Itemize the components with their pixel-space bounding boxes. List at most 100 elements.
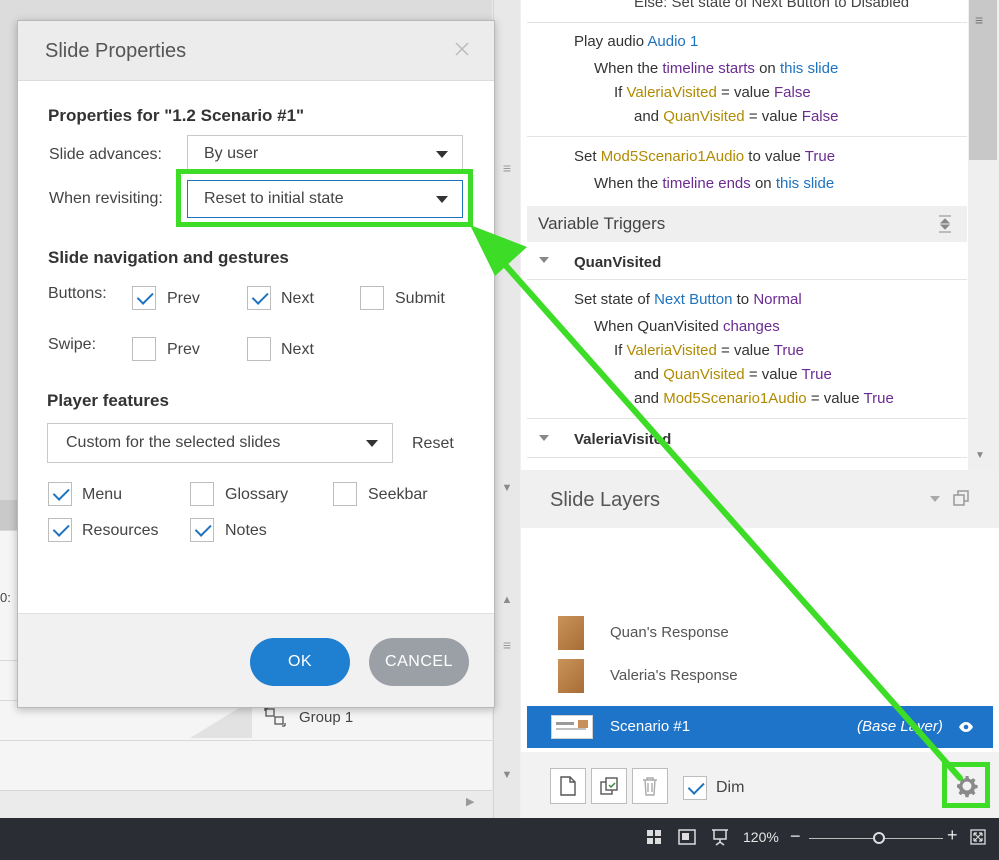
trigger-event[interactable]: timeline starts [662, 60, 755, 77]
normal-view-icon[interactable] [678, 828, 696, 846]
zoom-out-button[interactable]: − [790, 826, 801, 847]
vertical-splitter[interactable]: ≡ ▼ ▲ ≡ ▼ [493, 0, 520, 818]
grid-view-icon[interactable] [646, 829, 662, 845]
scroll-down-icon[interactable]: ▼ [975, 450, 985, 461]
player-features-value: Custom for the selected slides [66, 434, 281, 451]
slide-layers-toolbar: Dim [521, 752, 999, 818]
chevron-down-icon[interactable] [539, 257, 549, 263]
seekbar-label: Seekbar [368, 486, 428, 503]
variable-triggers-header[interactable]: Variable Triggers [527, 206, 967, 242]
zoom-slider-thumb[interactable] [872, 832, 885, 844]
scroll-down-icon[interactable]: ▼ [494, 765, 520, 785]
collapse-all-icon[interactable] [938, 215, 952, 233]
trigger-target[interactable]: Next Button [654, 291, 732, 308]
variable-triggers-title: Variable Triggers [538, 214, 666, 233]
player-features-select[interactable]: Custom for the selected slides [47, 423, 393, 463]
swipe-next-checkbox[interactable] [247, 337, 271, 361]
trigger-on: on [759, 60, 776, 77]
prev-button-label: Prev [167, 290, 200, 307]
chevron-down-icon[interactable] [539, 435, 549, 441]
new-layer-button[interactable] [550, 768, 586, 804]
horizontal-scrollbar[interactable] [0, 790, 492, 818]
trigger-operator: = value [721, 342, 770, 359]
duplicate-layer-button[interactable] [591, 768, 627, 804]
trigger-play-audio[interactable]: Play audio Audio 1 When the timeline sta… [527, 23, 967, 136]
zoom-in-button[interactable]: + [947, 825, 958, 846]
layer-row[interactable]: Valeria's Response [527, 655, 967, 697]
dialog-title-bar[interactable]: Slide Properties [18, 21, 494, 81]
trigger-fragment: Else: Set state of Next Button to Disabl… [634, 0, 910, 11]
scroll-right-icon[interactable]: ▶ [466, 795, 474, 808]
chevron-down-icon [436, 151, 448, 158]
chevron-down-icon[interactable] [930, 496, 940, 502]
trigger-operator: = value [810, 390, 860, 407]
fit-to-window-icon[interactable] [970, 829, 986, 845]
slide-advances-label: Slide advances: [49, 146, 162, 163]
trigger-value[interactable]: False [774, 84, 811, 101]
trigger-set-state[interactable]: Set state of Next Button to Normal When … [527, 280, 967, 418]
trigger-on: on [754, 175, 772, 192]
trigger-variable[interactable]: ValeriaVisited [627, 84, 717, 101]
grip-icon[interactable]: ≡ [494, 637, 520, 653]
next-button-label: Next [281, 290, 314, 307]
highlight-gear [942, 762, 990, 808]
trigger-variable[interactable]: Mod5Scenario1Audio [663, 390, 806, 407]
trigger-target[interactable]: Audio 1 [647, 33, 698, 50]
trigger-variable[interactable]: ValeriaVisited [627, 342, 717, 359]
scroll-up-icon[interactable]: ▲ [494, 590, 520, 610]
ok-button[interactable]: OK [250, 638, 350, 686]
base-layer-row[interactable]: Scenario #1 (Base Layer) [527, 706, 993, 748]
trigger-object[interactable]: this slide [776, 175, 834, 192]
grip-icon[interactable]: ≡ [494, 160, 520, 176]
trigger-value[interactable]: True [802, 366, 832, 383]
trigger-event[interactable]: changes [723, 318, 780, 335]
slide-layers-title: Slide Layers [550, 489, 661, 511]
dim-checkbox[interactable] [683, 776, 707, 800]
notes-checkbox[interactable] [190, 518, 214, 542]
trigger-operator: = value [748, 108, 798, 125]
glossary-checkbox[interactable] [190, 482, 214, 506]
eye-icon[interactable] [958, 720, 974, 732]
presentation-view-icon[interactable] [711, 828, 729, 846]
slide-advances-select[interactable]: By user [187, 135, 463, 173]
menu-checkbox[interactable] [48, 482, 72, 506]
delete-layer-button[interactable] [632, 768, 668, 804]
trigger-value[interactable]: False [802, 108, 839, 125]
trigger-value[interactable]: True [774, 342, 804, 359]
trigger-action: Play audio [574, 33, 645, 50]
trigger-object[interactable]: this slide [780, 60, 838, 77]
panel-header-strip [0, 500, 17, 530]
player-features-heading: Player features [47, 391, 169, 410]
next-button-checkbox[interactable] [247, 286, 271, 310]
trigger-event[interactable]: timeline ends [662, 175, 750, 192]
trigger-state[interactable]: Normal [753, 291, 801, 308]
trigger-set-variable[interactable]: Set Mod5Scenario1Audio to value True Whe… [527, 137, 967, 205]
slide-advances-value: By user [204, 145, 259, 162]
layer-row[interactable]: Quan's Response [527, 612, 967, 654]
variable-group-name: ValeriaVisited [574, 431, 672, 448]
trigger-value[interactable]: True [805, 148, 835, 165]
prev-button-checkbox[interactable] [132, 286, 156, 310]
variable-group-valeriavisited[interactable]: ValeriaVisited [527, 419, 967, 457]
trigger-value[interactable]: True [864, 390, 894, 407]
resources-checkbox[interactable] [48, 518, 72, 542]
reset-link[interactable]: Reset [412, 435, 454, 453]
zoom-level[interactable]: 120% [743, 829, 779, 845]
variable-group-quanvisited[interactable]: QuanVisited [527, 243, 967, 279]
seekbar-checkbox[interactable] [333, 482, 357, 506]
cancel-button[interactable]: CANCEL [369, 638, 469, 686]
status-bar: 120% − + [0, 818, 999, 860]
swipe-prev-checkbox[interactable] [132, 337, 156, 361]
restore-window-icon[interactable] [953, 490, 969, 506]
notes-label: Notes [225, 522, 267, 539]
new-layer-icon [560, 776, 576, 796]
trigger-variable[interactable]: Mod5Scenario1Audio [601, 148, 744, 165]
trigger-variable[interactable]: QuanVisited [663, 108, 744, 125]
trigger-variable[interactable]: QuanVisited [663, 366, 744, 383]
submit-button-checkbox[interactable] [360, 286, 384, 310]
trigger-to: to [736, 291, 750, 308]
trigger-operator: = value [748, 366, 798, 383]
group-label: Group 1 [299, 709, 354, 726]
close-icon[interactable] [455, 42, 469, 56]
scroll-down-icon[interactable]: ▼ [494, 478, 520, 498]
